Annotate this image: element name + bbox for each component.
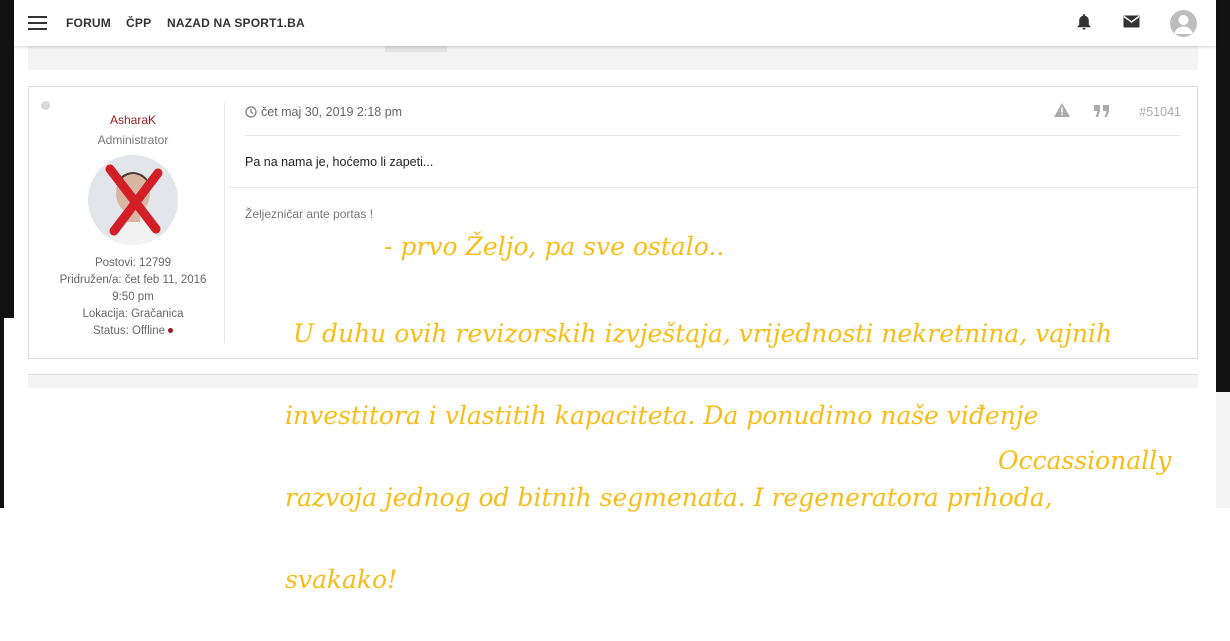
post-signature: Željezničar ante portas ! [245,207,374,221]
author-location: Lokacija: Gračanica [82,308,184,320]
author-profile: AsharaK Administrator Postovi: 12799 Pri… [47,87,219,340]
author-info: Postovi: 12799 Pridružen/a: čet feb 11, … [47,255,219,340]
handwritten-line-1: - prvo Željo, pa sve ostalo.. [384,232,725,261]
mail-icon[interactable] [1123,15,1140,34]
handwritten-paragraph-line: razvoja jednog od bitnih segmenata. I re… [285,483,1053,512]
post-header-divider [245,135,1181,136]
handwritten-paragraph-line: investitora i vlastitih kapaciteta. Da p… [285,401,1039,430]
post-date: čet maj 30, 2019 2:18 pm [245,105,402,119]
quote-icon[interactable] [1093,105,1113,120]
navbar: FORUM ČPP NAZAD NA SPORT1.BA [14,0,1216,46]
handwritten-signoff: Occassionally [998,446,1172,475]
previous-post-footer [28,46,1198,70]
author-status-text: Status: Offline [92,325,166,337]
nav-link-sport1[interactable]: NAZAD NA SPORT1.BA [167,16,305,30]
author-rank: Administrator [97,133,169,147]
post-content: Pa na nama je, hoćemo li zapeti... [245,155,434,169]
post-actions: #51041 [1054,103,1181,120]
user-avatar-icon[interactable] [1170,10,1197,37]
nav-link-forum[interactable]: FORUM [66,16,111,30]
menu-icon[interactable] [28,16,47,30]
author-username[interactable]: AsharaK [47,113,219,127]
handwritten-paragraph-line: svakako! [285,565,398,594]
author-avatar[interactable] [88,155,178,245]
profile-divider [224,103,225,343]
left-black-bar [0,0,14,318]
right-grey-bar [1216,392,1230,508]
report-icon[interactable] [1054,103,1073,120]
author-post-count: Postovi: 12799 [94,257,172,269]
handwritten-paragraph-line: U duhu ovih revizorskih izvještaja, vrij… [285,319,1113,348]
left-black-bar-lower [0,318,4,508]
post-number-link[interactable]: #51041 [1139,105,1181,119]
post-date-text: čet maj 30, 2019 2:18 pm [261,105,403,119]
nav-link-cpp[interactable]: ČPP [126,16,151,30]
signature-divider [229,187,1197,188]
previous-post-tab [385,46,447,52]
author-joined: Pridružen/a: čet feb 11, 2016 [59,274,207,286]
offline-dot [168,328,174,334]
author-status: Status: Offline [47,323,219,340]
author-joined-time: 9:50 pm [112,291,154,303]
bell-icon[interactable] [1076,13,1092,36]
clock-icon [245,106,257,118]
right-black-bar [1216,0,1230,392]
